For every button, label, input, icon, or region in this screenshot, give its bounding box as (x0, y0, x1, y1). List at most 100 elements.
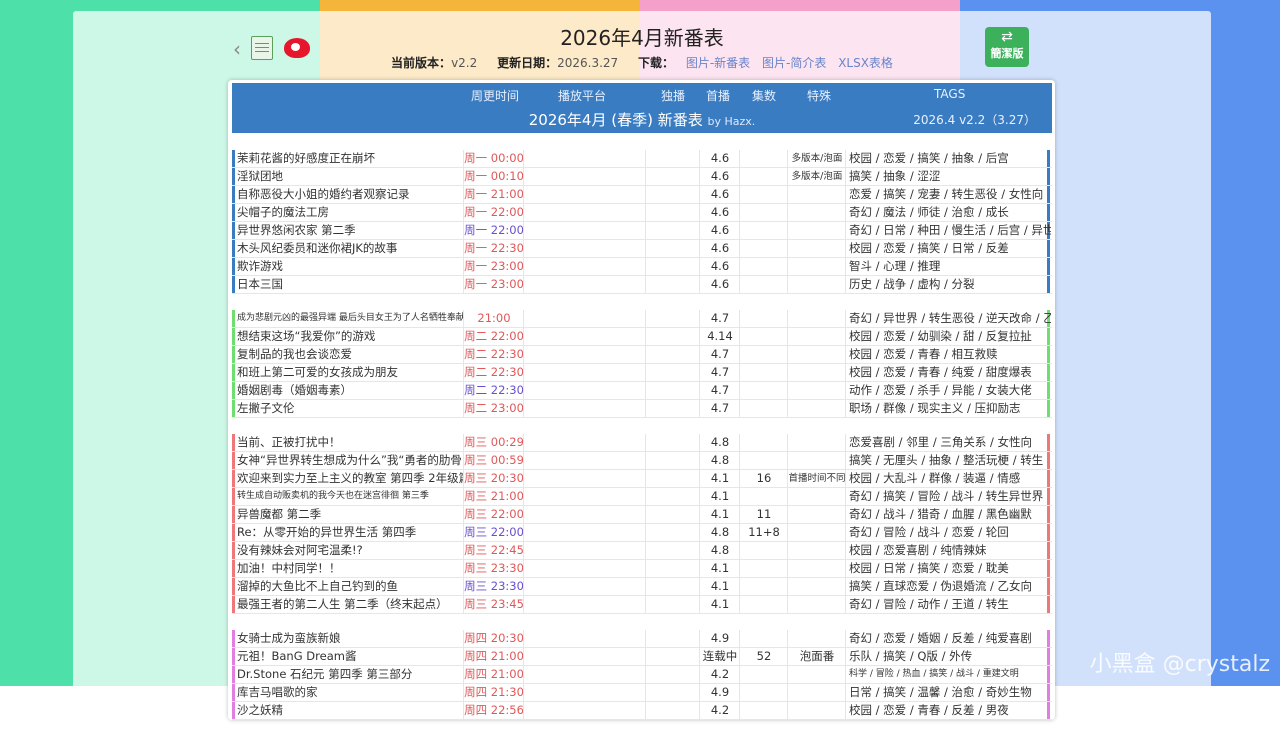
table-row[interactable]: 日本三国 周一 23:00 4.6 历史 / 战争 / 虚构 / 分裂 (232, 276, 1052, 294)
platform (523, 310, 646, 327)
table-row[interactable]: 婚姻剧毒（婚姻毒素） 周二 22:30 4.7 动作 / 恋爱 / 杀手 / 异能 /… (232, 382, 1052, 400)
table-row[interactable]: 女神“异世界转生想成为什么”我“勇者的肋骨” 周三 00:59 4.8 搞笑 / 无厘… (232, 452, 1052, 470)
episode-count (739, 258, 788, 275)
platform (523, 328, 646, 345)
table-row[interactable]: 茉莉花酱的好感度正在崩坏 周一 00:00 4.6 多版本/泡面 校园 / 恋爱 / 搞… (232, 150, 1052, 168)
episode-count (739, 630, 788, 647)
weekly-time: 周四 21:00 (463, 648, 524, 665)
episode-count (739, 150, 788, 167)
table-row[interactable]: 女骑士成为蛮族新娘 周四 20:30 4.9 奇幻 / 恋爱 / 婚姻 / 反差 / … (232, 630, 1052, 648)
weekly-time: 周四 21:30 (463, 684, 524, 701)
table-row[interactable]: 尖帽子的魔法工房 周一 22:00 4.6 奇幻 / 魔法 / 师徒 / 治愈 / 成… (232, 204, 1052, 222)
table-row[interactable]: 当前、正被打扰中！ 周三 00:29 4.8 恋爱喜剧 / 邻里 / 三角关系 / 女… (232, 434, 1052, 452)
weekly-time: 21:00 (463, 310, 524, 327)
table-row[interactable]: 复制品的我也会谈恋爱 周二 22:30 4.7 校园 / 恋爱 / 青春 / 相互救赎 (232, 346, 1052, 364)
table-row[interactable]: 淫狱团地 周一 00:10 4.6 多版本/泡面 搞笑 / 抽象 / 涩涩 (232, 168, 1052, 186)
platform (523, 168, 646, 185)
platform (523, 204, 646, 221)
table-row[interactable]: Re：从零开始的异世界生活 第四季 周三 22:00 4.8 11+8 奇幻 / 冒险 … (232, 524, 1052, 542)
tags: 校园 / 恋爱喜剧 / 纯情辣妹 (845, 542, 1051, 559)
table-row[interactable]: 沙之妖精 周四 22:56 4.2 校园 / 恋爱 / 青春 / 反差 / 男夜 (232, 702, 1052, 720)
tags: 恋爱 / 搞笑 / 宠妻 / 转生恶役 / 女性向 (845, 186, 1051, 203)
col-special: 特殊 (807, 89, 832, 103)
table-row[interactable]: 转生成自动贩卖机的我今天也在迷宫徘徊 第三季 周三 21:00 4.1 奇幻 / 搞笑… (232, 488, 1052, 506)
table-row[interactable]: 想结束这场“我爱你”的游戏 周二 22:00 4.14 校园 / 恋爱 / 幼驯染 /… (232, 328, 1052, 346)
exclusive (645, 542, 700, 559)
download-image-intro-link[interactable]: 图片-简介表 (762, 56, 826, 70)
premiere-date: 4.9 (699, 630, 740, 647)
anime-title: 转生成自动贩卖机的我今天也在迷宫徘徊 第三季 (237, 491, 429, 501)
weekly-time: 周三 00:29 (463, 434, 524, 451)
table-row[interactable]: 溜掉的大鱼比不上自己钓到的鱼 周三 23:30 4.1 搞笑 / 直球恋爱 / 伪退婚… (232, 578, 1052, 596)
swap-icon: ⇄ (1001, 29, 1013, 45)
table-row[interactable]: Dr.Stone 石纪元 第四季 第三部分 周四 21:00 4.2 科学 / 冒险 … (232, 666, 1052, 684)
tags: 奇幻 / 恋爱 / 婚姻 / 反差 / 纯爱喜剧 (845, 630, 1051, 647)
platform (523, 186, 646, 203)
special-note (787, 240, 846, 257)
anime-title: 最强王者的第二人生 第二季（终末起点） (237, 597, 448, 611)
table-row[interactable]: 异兽魔都 第二季 周三 22:00 4.1 11 奇幻 / 战斗 / 猎奇 / 血腥 /… (232, 506, 1052, 524)
episode-count (739, 400, 788, 417)
table-row[interactable]: 欺诈游戏 周一 23:00 4.6 智斗 / 心理 / 推理 (232, 258, 1052, 276)
download-image-schedule-link[interactable]: 图片-新番表 (686, 56, 750, 70)
platform (523, 346, 646, 363)
weekly-time: 周二 23:00 (463, 400, 524, 417)
table-row[interactable]: 没有辣妹会对阿宅温柔!? 周三 22:45 4.8 校园 / 恋爱喜剧 / 纯情辣妹 (232, 542, 1052, 560)
exclusive (645, 702, 700, 719)
platform (523, 630, 646, 647)
table-row[interactable]: 木头风纪委员和迷你裙JK的故事 周一 22:30 4.6 校园 / 恋爱 / 搞笑 /… (232, 240, 1052, 258)
table-row[interactable]: 异世界悠闲农家 第二季 周一 22:00 4.6 奇幻 / 日常 / 种田 / 慢生活… (232, 222, 1052, 240)
premiere-date: 4.8 (699, 434, 740, 451)
episode-count (739, 488, 788, 505)
premiere-date: 4.1 (699, 560, 740, 577)
premiere-date: 4.9 (699, 684, 740, 701)
table-row[interactable]: 左撇子文伦 周二 23:00 4.7 职场 / 群像 / 现实主义 / 压抑励志 (232, 400, 1052, 418)
simple-version-button[interactable]: ⇄ 簡潔版 (985, 27, 1029, 67)
anime-title: 加油！中村同学！！ (237, 561, 341, 575)
premiere-date: 4.8 (699, 524, 740, 541)
table-row[interactable]: 库吉马唱歌的家 周四 21:30 4.9 日常 / 搞笑 / 温馨 / 治愈 / 奇妙… (232, 684, 1052, 702)
weekly-time: 周三 22:45 (463, 542, 524, 559)
weekly-time: 周一 00:00 (463, 150, 524, 167)
col-platform: 播放平台 (558, 89, 607, 103)
download-xlsx-link[interactable]: XLSX表格 (838, 56, 893, 70)
update-date-label: 更新日期： (497, 56, 558, 70)
page-title: 2026年4月新番表 (560, 26, 724, 50)
table-row[interactable]: 和班上第二可爱的女孩成为朋友 周二 22:30 4.7 校园 / 恋爱 / 青春 / … (232, 364, 1052, 382)
tags: 乐队 / 搞笑 / Q版 / 外传 (845, 648, 1051, 665)
exclusive (645, 258, 700, 275)
table-row[interactable]: 成为悲剧元凶的最强异端 最后头目女王为了人名牺牲奉献 S2 21:00 4.7 奇幻 … (232, 310, 1052, 328)
episode-count (739, 346, 788, 363)
table-row[interactable]: 欢迎来到实力至上主义的教室 第四季 2年级篇 周三 20:30 4.1 16 首播时间不… (232, 470, 1052, 488)
tags: 校园 / 恋爱 / 青春 / 纯爱 / 甜度爆表 (845, 364, 1051, 381)
exclusive (645, 666, 700, 683)
table-row[interactable]: 元祖！BanG Dream酱 周四 21:00 连载中 52 泡面番 乐队 / 搞笑 / … (232, 648, 1052, 666)
premiere-date: 4.6 (699, 150, 740, 167)
episode-count: 52 (739, 648, 788, 665)
platform (523, 560, 646, 577)
episode-count (739, 310, 788, 327)
platform (523, 578, 646, 595)
premiere-date: 4.6 (699, 276, 740, 293)
table-row[interactable]: 自称恶役大小姐的婚约者观察记录 周一 21:00 4.6 恋爱 / 搞笑 / 宠妻 /… (232, 186, 1052, 204)
anime-title: 欺诈游戏 (237, 259, 283, 273)
premiere-date: 4.6 (699, 204, 740, 221)
tags: 奇幻 / 战斗 / 猎奇 / 血腥 / 黑色幽默 (845, 506, 1051, 523)
premiere-date: 4.7 (699, 382, 740, 399)
exclusive (645, 470, 700, 487)
special-note (787, 488, 846, 505)
col-episodes: 集数 (752, 89, 777, 103)
special-note (787, 186, 846, 203)
exclusive (645, 310, 700, 327)
premiere-date: 4.6 (699, 168, 740, 185)
table-row[interactable]: 加油！中村同学！！ 周三 23:30 4.1 校园 / 日常 / 搞笑 / 恋爱 / … (232, 560, 1052, 578)
exclusive (645, 560, 700, 577)
episode-count (739, 204, 788, 221)
weekly-time: 周二 22:30 (463, 346, 524, 363)
special-note (787, 204, 846, 221)
table-row[interactable]: 最强王者的第二人生 第二季（终末起点） 周三 23:45 4.1 奇幻 / 冒险 / … (232, 596, 1052, 614)
special-note: 多版本/泡面 (787, 150, 846, 167)
special-note (787, 452, 846, 469)
exclusive (645, 222, 700, 239)
special-note (787, 276, 846, 293)
